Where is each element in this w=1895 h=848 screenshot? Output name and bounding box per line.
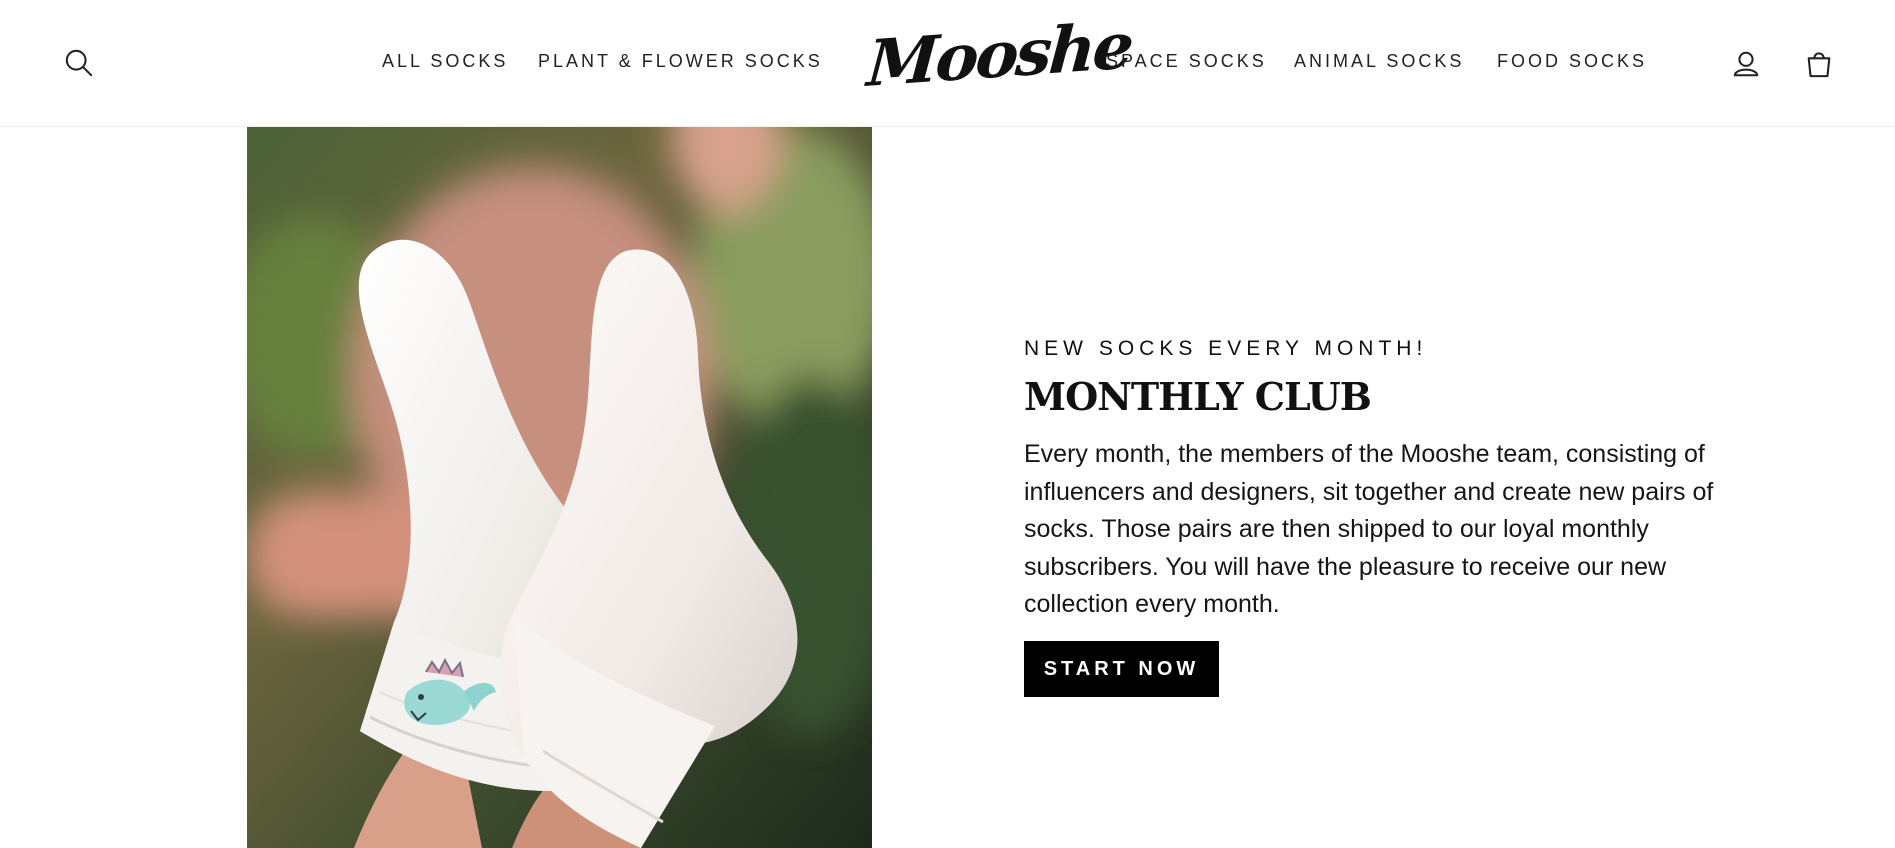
start-now-button[interactable]: START NOW [1024,640,1219,697]
nav-plant-flower-socks[interactable]: PLANT & FLOWER SOCKS [538,51,823,72]
nav-space-socks[interactable]: SPACE SOCKS [1106,51,1267,72]
shopping-bag-icon[interactable] [1799,43,1839,83]
socks-photo [247,127,872,848]
monthly-club-content: NEW SOCKS EVERY MONTH! MONTHLY CLUB Ever… [1024,334,1744,697]
user-icon[interactable] [1726,44,1766,84]
search-icon[interactable] [59,43,99,83]
brand-logo[interactable]: Mooshe [864,8,1134,110]
eyebrow-text: NEW SOCKS EVERY MONTH! [1024,337,1428,360]
nav-animal-socks[interactable]: ANIMAL SOCKS [1294,51,1464,72]
nav-food-socks[interactable]: FOOD SOCKS [1497,51,1647,72]
site-header: ALL SOCKS PLANT & FLOWER SOCKS Mooshe SP… [0,0,1895,127]
monthly-club-description: Every month, the members of the Mooshe t… [1024,440,1714,618]
section-title: MONTHLY CLUB [1024,374,1372,419]
nav-all-socks[interactable]: ALL SOCKS [382,51,508,72]
